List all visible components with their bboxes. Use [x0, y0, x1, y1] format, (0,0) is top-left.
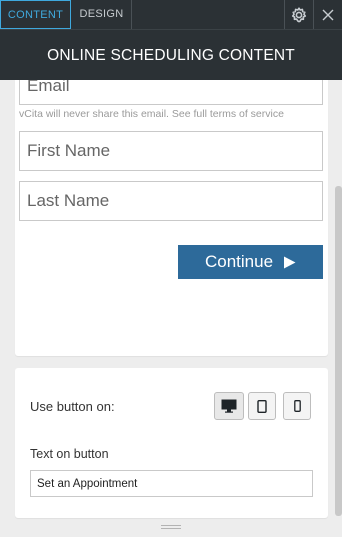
- first-name-field[interactable]: First Name: [19, 131, 323, 171]
- use-button-label: Use button on:: [30, 399, 115, 414]
- desktop-icon: [221, 399, 237, 413]
- mobile-toggle[interactable]: [283, 392, 311, 420]
- settings-button[interactable]: [284, 0, 312, 29]
- grip-line: [161, 525, 181, 526]
- tab-bar: CONTENT DESIGN: [0, 0, 342, 29]
- privacy-note: vCita will never share this email. See f…: [19, 108, 284, 120]
- grip-line: [161, 528, 181, 529]
- play-arrow-icon: [284, 256, 296, 268]
- email-field[interactable]: Email: [19, 80, 323, 105]
- close-button[interactable]: [313, 0, 341, 29]
- tablet-toggle[interactable]: [248, 392, 276, 420]
- resize-handle[interactable]: [0, 520, 342, 537]
- button-settings-card: Use button on: Text on button: [15, 368, 328, 518]
- mobile-icon: [293, 400, 301, 412]
- tab-content[interactable]: CONTENT: [0, 0, 71, 29]
- continue-button[interactable]: Continue: [178, 245, 323, 279]
- button-text-input[interactable]: [30, 470, 313, 497]
- terms-link[interactable]: full terms of service: [194, 108, 284, 120]
- continue-label: Continue: [204, 252, 274, 271]
- tab-design[interactable]: DESIGN: [72, 0, 132, 29]
- scrollbar-thumb[interactable]: [335, 186, 342, 516]
- scheduling-content-panel: CONTENT DESIGN ONLINE SCHEDULING CONTENT…: [0, 0, 342, 537]
- form-preview-card: Email vCita will never share this email.…: [15, 80, 328, 356]
- gear-icon: [291, 6, 306, 22]
- tablet-icon: [257, 399, 267, 413]
- privacy-text: vCita will never share this email. See: [19, 108, 194, 120]
- text-on-button-label: Text on button: [30, 447, 109, 461]
- desktop-toggle[interactable]: [214, 392, 244, 420]
- last-name-field[interactable]: Last Name: [19, 181, 323, 221]
- panel-header: ONLINE SCHEDULING CONTENT: [0, 29, 342, 80]
- close-icon: [322, 9, 333, 20]
